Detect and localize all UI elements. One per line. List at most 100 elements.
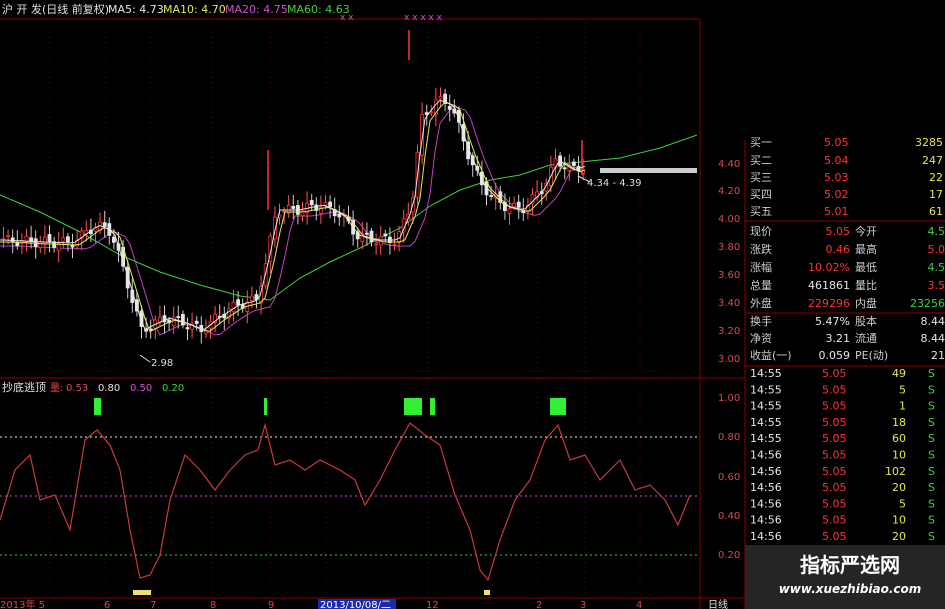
chart-header: 沪 开 发(日线 前复权) MA5: 4.73 MA10: 4.70 MA20:… [2,2,350,16]
tick-price: 5.05 [822,367,847,380]
tick-side: S [928,383,935,396]
tick-time: 14:56 [750,530,782,543]
bottom-signal-bar [133,590,151,595]
tick-time: 14:55 [750,432,782,445]
candle-body [438,96,443,100]
info-label: 净资 [750,331,772,345]
info-value: 21 [931,349,945,362]
indicator-tick: 0.60 [718,472,740,483]
tick-side: S [928,449,935,462]
bid-volume: 3285 [915,136,943,149]
tick-volume: 5 [899,383,906,396]
info-value: 0.059 [819,349,851,362]
stat-value: 461861 [808,279,850,292]
ma5-label: MA5: 4.73 [108,3,164,16]
candle-body [337,213,342,218]
tick-time: 14:55 [750,367,782,380]
tick-price: 5.05 [822,449,847,462]
bid-volume: 17 [929,188,943,201]
date-label: 9 [268,600,274,609]
candle-body [203,330,208,334]
indicator-name: 抄底逃顶 [2,380,46,394]
bid-label: 买一 [750,136,772,149]
candle-body [43,236,47,245]
bid-price: 5.03 [824,171,849,184]
indicator-tick: 1.00 [718,393,740,404]
tick-side: S [928,432,935,445]
tick-time: 14:56 [750,514,782,527]
bid-price: 5.05 [824,136,849,149]
candle-body [38,241,43,248]
bid-volume: 22 [929,171,943,184]
info-value: 8.44 [921,315,945,328]
bid-price: 5.01 [824,205,849,218]
indicator-tick: 0.20 [718,550,740,561]
indicator-label: 量: [50,382,63,394]
stat-label: 今开 [855,224,877,238]
top-signal-bar [94,398,101,415]
candle-body [516,201,521,208]
price-tick: 3.40 [718,298,740,309]
stat-label: 外盘 [750,296,772,310]
info-label: 股本 [855,314,877,328]
tick-time: 14:55 [750,400,782,413]
info-value: 5.47% [815,315,850,328]
candle-body [512,203,516,208]
tick-volume: 60 [892,432,906,445]
top-signal-bar [264,398,267,415]
stat-value: 4.5 [928,225,945,238]
info-value: 3.21 [826,332,851,345]
tick-price: 5.05 [822,383,847,396]
tick-volume: 10 [892,514,906,527]
indicator-value: 0.80 [98,383,120,394]
stat-label: 涨幅 [750,261,772,274]
candle-body [309,200,314,206]
period-label[interactable]: 日线 [708,598,728,609]
candle-body [185,327,190,330]
candle-body [383,233,388,237]
top-signal-bar [430,398,435,415]
tick-price: 5.05 [822,530,847,543]
price-tick: 4.40 [718,159,740,170]
candle-body [180,313,185,326]
candle-body [392,243,397,246]
stat-value: 5.05 [826,225,851,238]
tick-side: S [928,481,935,494]
candle-body [66,236,70,243]
date-label: 7 [150,600,156,609]
stat-label: 内盘 [855,296,877,310]
signal-marks: x x x x x [404,13,443,23]
stat-label: 涨跌 [750,242,772,256]
top-signal-bar [404,398,422,415]
stat-label: 总量 [750,278,772,292]
bid-volume: 247 [922,154,943,167]
stock-chart-screen: 沪 开 发(日线 前复权) MA5: 4.73 MA10: 4.70 MA20:… [0,0,945,609]
bid-price: 5.04 [824,154,849,167]
indicator-tick: 0.40 [718,511,740,522]
stat-value: 229296 [808,297,850,310]
candle-body [102,222,107,227]
ma10-label: MA10: 4.70 [163,3,226,16]
bid-label: 买四 [750,188,772,201]
tick-side: S [928,530,935,543]
candle-body [424,112,429,115]
candle-body [61,237,66,242]
bid-label: 买二 [750,154,772,167]
candle-body [33,238,38,248]
indicator-tick: 0.80 [718,432,740,443]
candle-body [291,205,296,209]
tick-side: S [928,514,935,527]
tick-side: S [928,400,935,413]
price-tick: 4.20 [718,186,740,197]
tick-time: 14:55 [750,383,782,396]
price-tick: 3.20 [718,326,740,337]
highlight-bar [600,168,697,173]
tick-volume: 20 [892,481,906,494]
candle-body [323,202,328,206]
stat-label: 最高 [855,242,877,256]
tick-side: S [928,416,935,429]
bid-price: 5.02 [824,188,849,201]
tick-side: S [928,465,935,478]
candle-body [447,105,452,110]
candle-body [176,316,181,319]
